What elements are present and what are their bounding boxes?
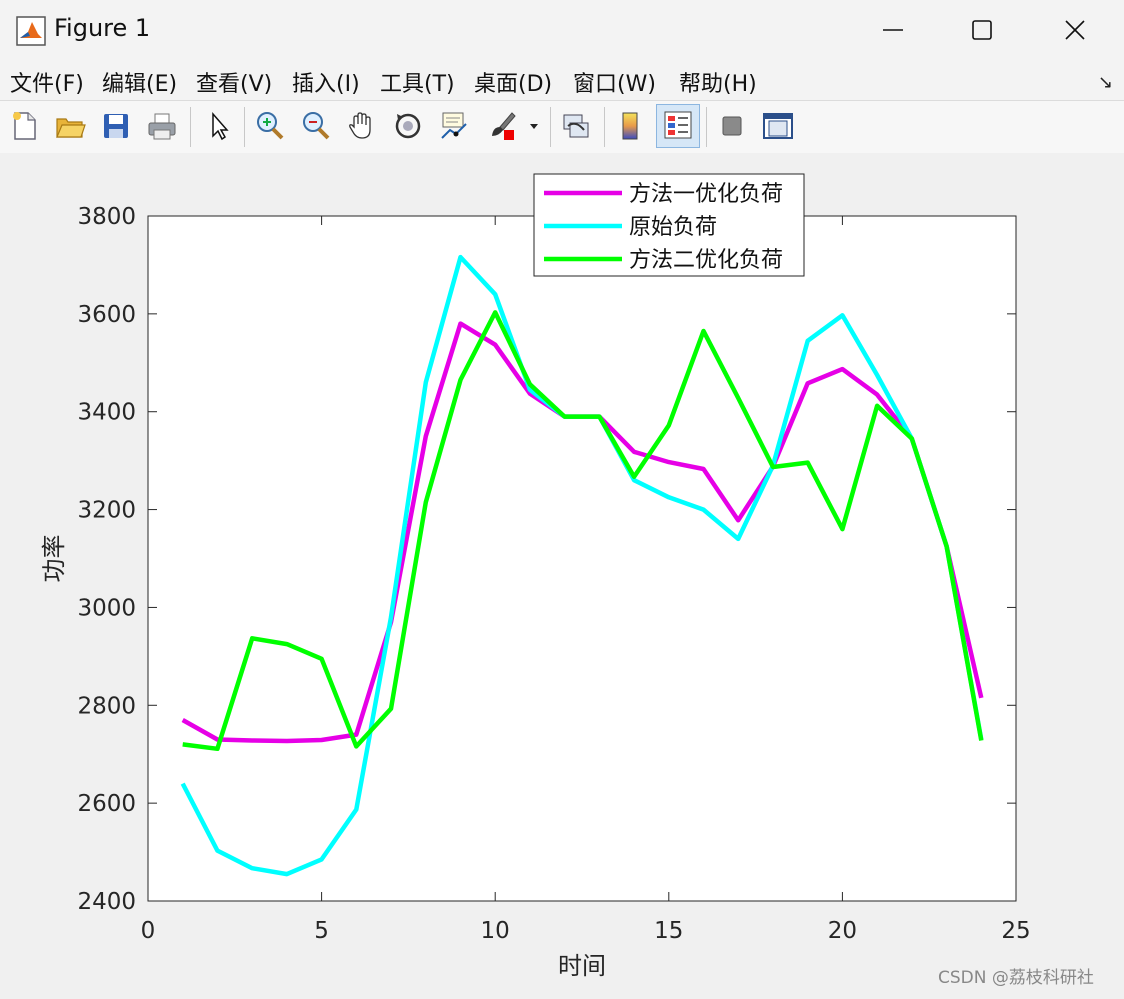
y-tick-label: 3600 <box>77 302 136 328</box>
zoom-in-icon[interactable] <box>252 108 288 144</box>
close-button[interactable] <box>1028 0 1122 60</box>
plot-area <box>147 215 1017 902</box>
x-tick-label: 10 <box>481 918 510 944</box>
y-tick-label: 2600 <box>77 791 136 817</box>
link-plot-icon[interactable] <box>558 108 594 144</box>
menu-tools[interactable]: 工具(T) <box>380 66 455 98</box>
y-tick-label: 2800 <box>77 693 136 719</box>
window-title: Figure 1 <box>54 14 151 42</box>
toolbar-separator <box>706 107 707 147</box>
new-figure-icon[interactable] <box>6 108 42 144</box>
y-tick-label: 3000 <box>77 595 136 621</box>
menu-bar: 文件(F) 编辑(E) 查看(V) 插入(I) 工具(T) 桌面(D) 窗口(W… <box>0 60 1124 100</box>
figure-canvas: 0 5 10 15 20 25 2400 2600 2800 3000 3200 3400 3600 38… <box>0 153 1124 995</box>
data-cursor-icon[interactable] <box>436 108 472 144</box>
legend-label-3: 方法二优化负荷 <box>629 248 783 273</box>
toolbar-separator <box>244 107 245 147</box>
minimize-button[interactable] <box>846 0 940 60</box>
menu-view[interactable]: 查看(V) <box>196 66 272 98</box>
menu-window[interactable]: 窗口(W) <box>573 66 656 98</box>
x-axis-label: 时间 <box>558 952 606 980</box>
y-axis-label: 功率 <box>40 535 68 583</box>
brush-icon[interactable] <box>484 108 520 144</box>
menu-help[interactable]: 帮助(H) <box>679 66 757 98</box>
figure-toolbar <box>0 100 1124 154</box>
toolbar-separator <box>550 107 551 147</box>
legend-label-2: 原始负荷 <box>629 215 717 240</box>
menu-edit[interactable]: 编辑(E) <box>102 66 177 98</box>
pan-hand-icon[interactable] <box>344 108 380 144</box>
x-tick-label: 20 <box>828 918 857 944</box>
zoom-out-icon[interactable] <box>298 108 334 144</box>
close-icon <box>1065 20 1085 40</box>
menu-file[interactable]: 文件(F) <box>10 66 84 98</box>
figure-window: Figure 1 文件(F) 编辑(E) 查看(V) 插入(I) 工具(T) 桌… <box>0 0 1124 995</box>
open-file-icon[interactable] <box>52 108 88 144</box>
y-tick-label: 2400 <box>77 889 136 915</box>
maximize-icon <box>972 20 992 40</box>
title-bar: Figure 1 <box>0 0 1124 60</box>
y-tick-label: 3400 <box>77 400 136 426</box>
matlab-app-icon <box>16 16 46 46</box>
hide-plot-tools-icon[interactable] <box>714 108 750 144</box>
save-icon[interactable] <box>98 108 134 144</box>
minimize-icon <box>883 29 903 31</box>
dock-arrow-icon[interactable]: ↘ <box>1098 72 1113 93</box>
x-tick-label: 5 <box>314 918 329 944</box>
menu-insert[interactable]: 插入(I) <box>292 66 360 98</box>
y-tick-label: 3200 <box>77 498 136 524</box>
legend-icon[interactable] <box>656 104 700 148</box>
y-tick-label: 3800 <box>77 204 136 230</box>
print-icon[interactable] <box>144 108 180 144</box>
x-tick-label: 0 <box>141 918 156 944</box>
toolbar-separator <box>190 107 191 147</box>
rotate-3d-icon[interactable] <box>390 108 426 144</box>
toolbar-separator <box>604 107 605 147</box>
brush-dropdown-icon[interactable] <box>524 108 544 144</box>
watermark: CSDN @荔枝科研社 <box>938 968 1094 988</box>
menu-desktop[interactable]: 桌面(D) <box>474 66 552 98</box>
plot-container: 0 5 10 15 20 25 2400 2600 2800 3000 3200 3400 3600 38… <box>0 153 1124 999</box>
line-chart: 0 5 10 15 20 25 2400 2600 2800 3000 3200 3400 3600 38… <box>40 173 1031 980</box>
x-tick-label: 15 <box>654 918 683 944</box>
x-tick-label: 25 <box>1001 918 1030 944</box>
select-arrow-icon[interactable] <box>200 108 236 144</box>
legend-label-1: 方法一优化负荷 <box>629 182 783 207</box>
show-plot-tools-icon[interactable] <box>760 108 796 144</box>
maximize-button[interactable] <box>935 0 1029 60</box>
colorbar-icon[interactable] <box>612 108 648 144</box>
